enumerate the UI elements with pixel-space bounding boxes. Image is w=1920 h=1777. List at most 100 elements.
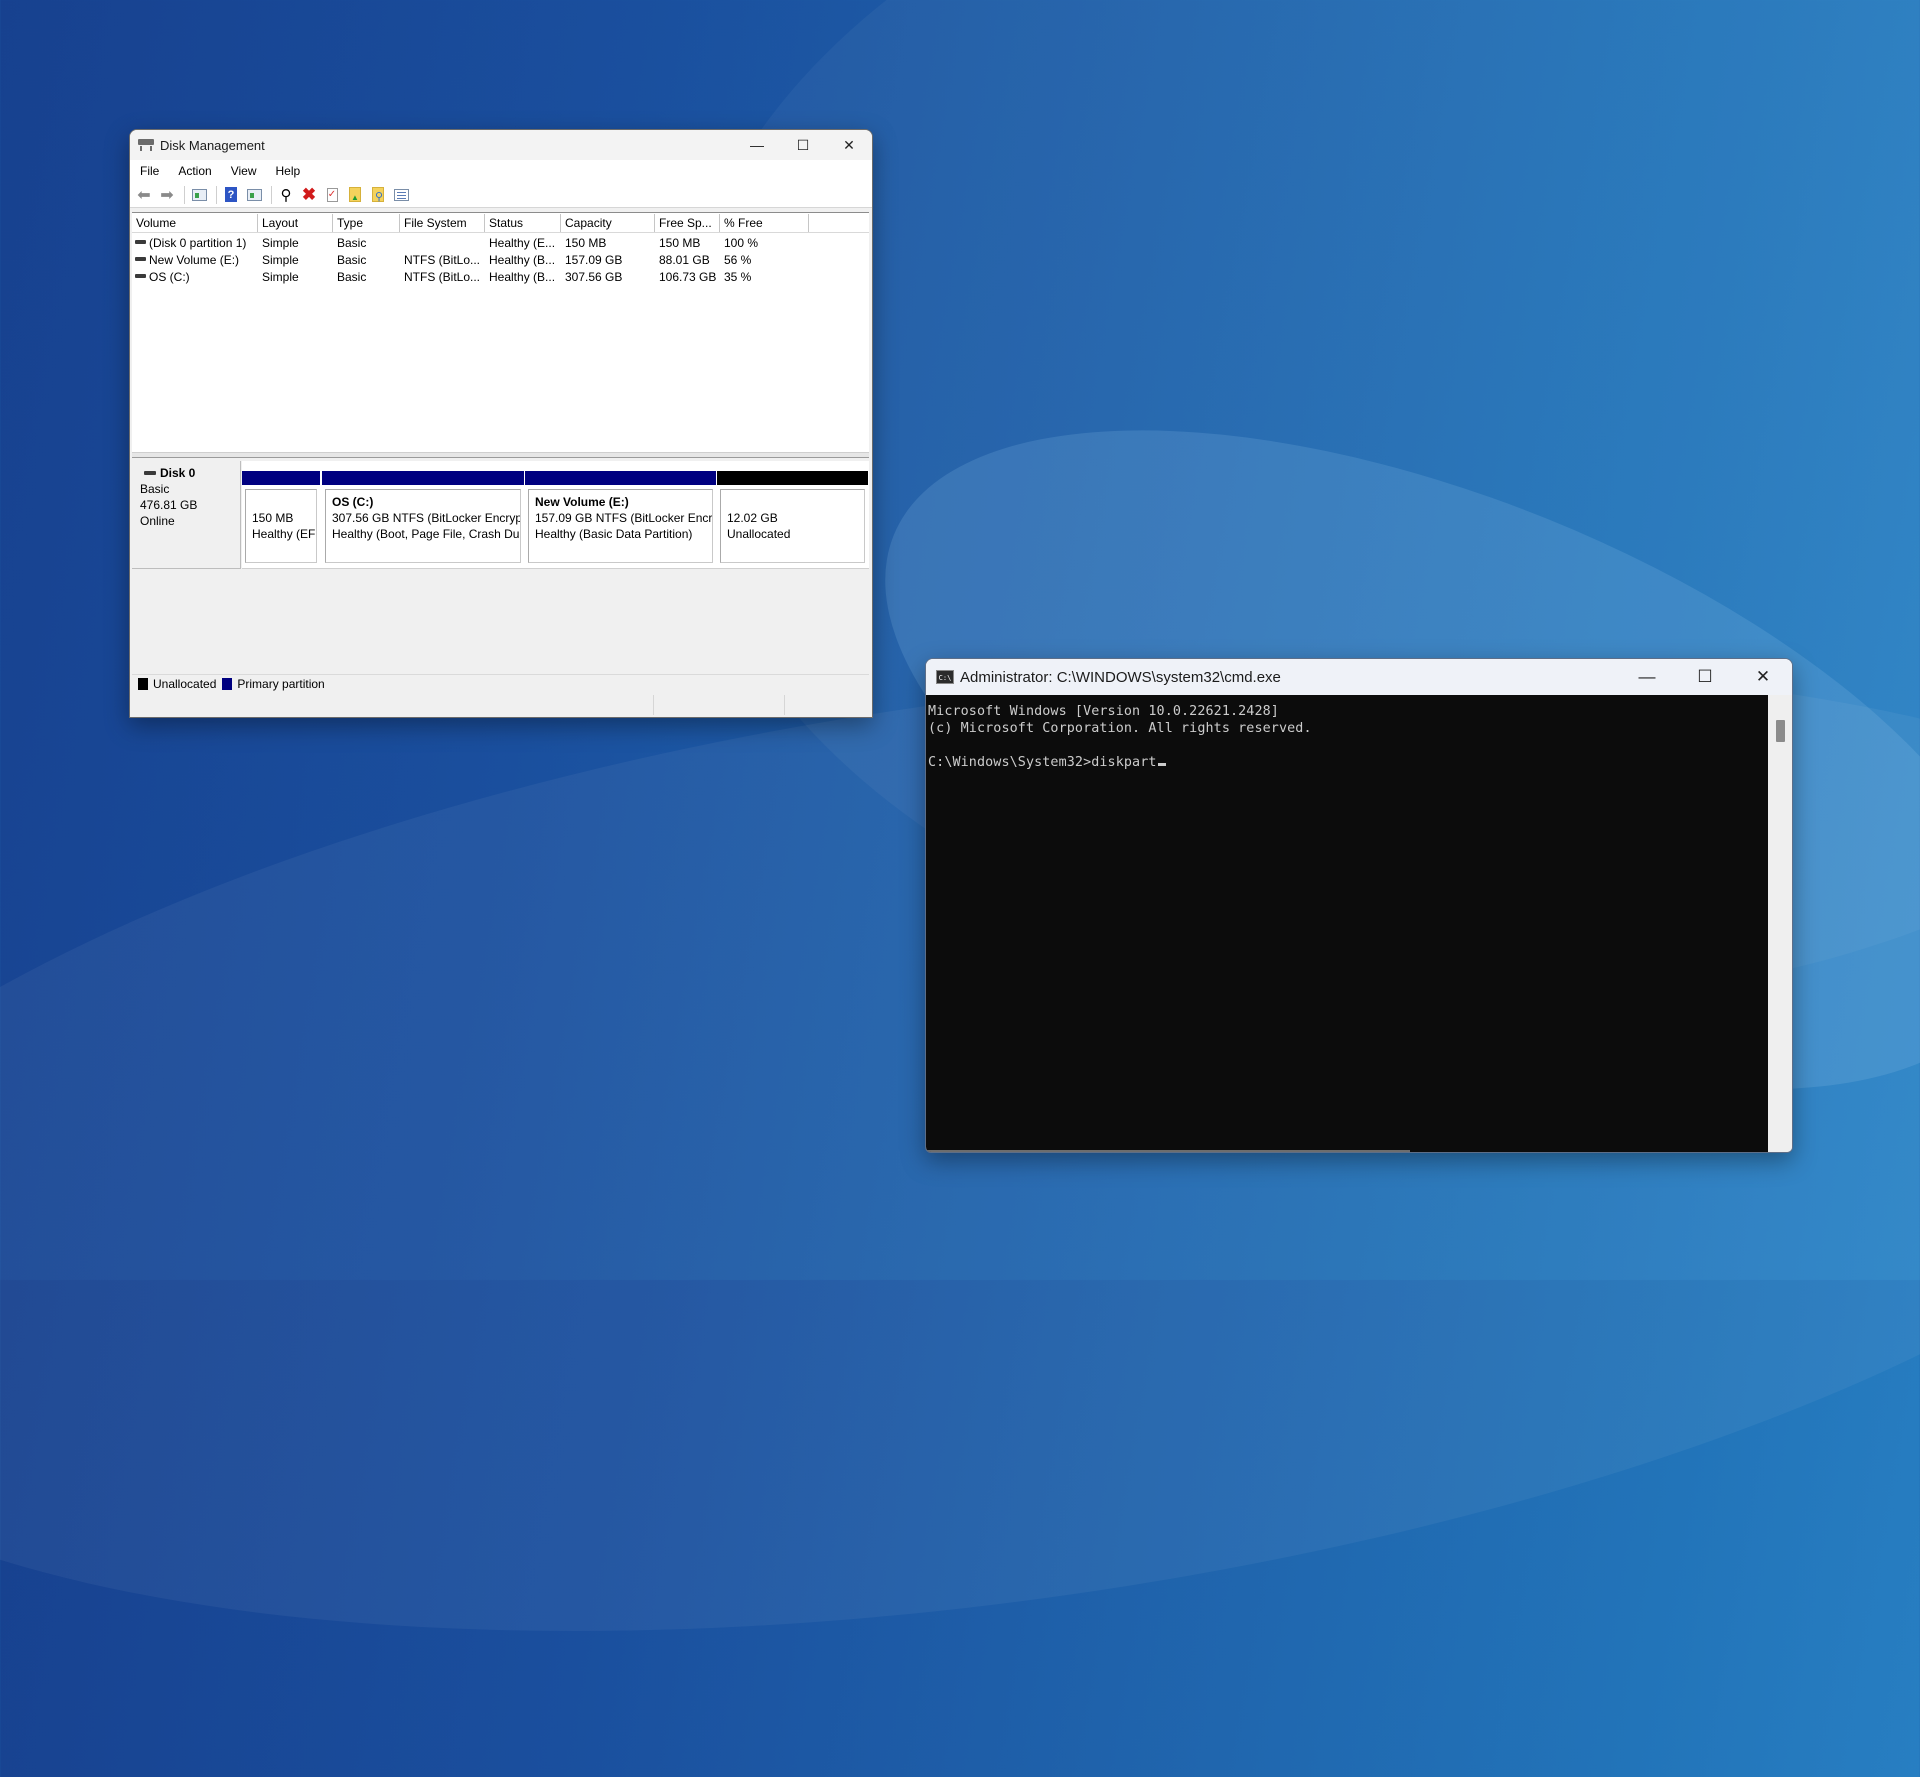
column-header-file-system[interactable]: File System <box>400 214 485 232</box>
show-hide-console-tree-icon[interactable] <box>189 185 209 205</box>
volume-list: Volume Layout Type File System Status Ca… <box>132 212 869 453</box>
column-header-capacity[interactable]: Capacity <box>561 214 655 232</box>
partition-box: 12.02 GB Unallocated <box>720 489 865 563</box>
console-output[interactable]: Microsoft Windows [Version 10.0.22621.24… <box>926 695 1768 1152</box>
menu-help[interactable]: Help <box>266 164 310 178</box>
connect-icon[interactable]: ⚲ <box>276 185 296 205</box>
volume-icon <box>135 273 146 278</box>
free-space-cell: 150 MB <box>659 236 701 250</box>
vertical-scrollbar[interactable] <box>1768 695 1792 1152</box>
partition-box: 150 MB Healthy (EFI <box>245 489 317 563</box>
disk-0-label[interactable]: Disk 0 Basic 476.81 GB Online <box>132 461 241 569</box>
status-divider <box>653 695 654 715</box>
minimize-button[interactable]: — <box>1618 659 1676 695</box>
partition-line1: 12.02 GB <box>727 511 778 525</box>
open-folder-icon[interactable] <box>345 185 365 205</box>
volume-row[interactable]: OS (C:) Simple Basic NTFS (BitLo... Heal… <box>132 269 869 285</box>
partition-box: New Volume (E:) 157.09 GB NTFS (BitLocke… <box>528 489 713 563</box>
disk-icon <box>144 471 156 475</box>
volume-icon <box>135 239 146 244</box>
disk-0-partitions: 150 MB Healthy (EFI OS (C:) 307.56 GB NT… <box>242 461 869 569</box>
menu-file[interactable]: File <box>130 164 168 178</box>
column-header-empty <box>809 214 869 232</box>
disk-type: Basic <box>140 482 170 496</box>
maximize-button[interactable]: ☐ <box>1676 659 1734 695</box>
console-prompt-line: C:\Windows\System32>diskpart <box>928 755 1166 770</box>
back-icon[interactable]: ⬅ <box>134 185 154 205</box>
partition-line2: Healthy (Boot, Page File, Crash Dum <box>332 527 521 541</box>
column-header-volume[interactable]: Volume <box>132 214 258 232</box>
toolbar-separator <box>271 185 272 204</box>
disk-state: Online <box>140 514 175 528</box>
column-header-percent-free[interactable]: % Free <box>720 214 809 232</box>
free-space-cell: 88.01 GB <box>659 253 710 267</box>
volume-cell: New Volume (E:) <box>135 252 239 268</box>
status-cell: Healthy (B... <box>489 270 556 284</box>
partition-unallocated[interactable]: 12.02 GB Unallocated <box>717 471 868 565</box>
percent-free-cell: 56 % <box>724 253 752 267</box>
partition-bar <box>525 471 716 485</box>
percent-free-cell: 100 % <box>724 236 759 250</box>
partition-bar <box>322 471 524 485</box>
close-button[interactable]: ✕ <box>826 130 872 160</box>
menu-action[interactable]: Action <box>168 164 220 178</box>
window-title: Administrator: C:\WINDOWS\system32\cmd.e… <box>960 668 1281 686</box>
scrollbar-thumb[interactable] <box>1776 720 1785 742</box>
cmd-icon: C:\ <box>936 670 954 684</box>
column-header-free-space[interactable]: Free Sp... <box>655 214 720 232</box>
partition-title: New Volume (E:) <box>535 495 629 509</box>
command-prompt-window: C:\ Administrator: C:\WINDOWS\system32\c… <box>925 658 1793 1153</box>
status-cell: Healthy (B... <box>489 253 556 267</box>
partition-title: OS (C:) <box>332 495 374 509</box>
forward-icon[interactable]: ➡ <box>157 185 177 205</box>
capacity-cell: 157.09 GB <box>565 253 623 267</box>
toolbar: ⬅ ➡ ? ⚲ ✖ ✓ <box>130 182 872 208</box>
horizontal-scroll-indicator <box>926 1150 1410 1152</box>
menu-view[interactable]: View <box>221 164 266 178</box>
help-icon[interactable]: ? <box>221 185 241 205</box>
disk-management-window: Disk Management — ☐ ✕ File Action View H… <box>129 129 873 718</box>
column-header-type[interactable]: Type <box>333 214 400 232</box>
title-bar[interactable]: C:\ Administrator: C:\WINDOWS\system32\c… <box>926 659 1792 695</box>
minimize-button[interactable]: — <box>734 130 780 160</box>
status-divider <box>784 695 785 715</box>
window-title: Disk Management <box>160 137 265 153</box>
volume-name: New Volume (E:) <box>149 253 240 267</box>
legend: Unallocated Primary partition <box>132 674 869 694</box>
layout-cell: Simple <box>262 253 299 267</box>
show-hide-action-pane-icon[interactable] <box>244 185 264 205</box>
console-line: (c) Microsoft Corporation. All rights re… <box>928 721 1312 736</box>
volume-cell: OS (C:) <box>135 269 190 285</box>
menu-bar: File Action View Help <box>130 160 872 183</box>
volume-row[interactable]: New Volume (E:) Simple Basic NTFS (BitLo… <box>132 252 869 268</box>
disk-size: 476.81 GB <box>140 498 198 512</box>
partition-line1: 150 MB <box>252 511 294 525</box>
explore-icon[interactable] <box>368 185 388 205</box>
legend-primary-partition: Primary partition <box>237 677 325 691</box>
volume-row[interactable]: (Disk 0 partition 1) Simple Basic Health… <box>132 235 869 251</box>
volume-name: (Disk 0 partition 1) <box>149 236 247 250</box>
primary-partition-swatch <box>222 678 233 690</box>
column-header-status[interactable]: Status <box>485 214 561 232</box>
partition-efi[interactable]: 150 MB Healthy (EFI <box>242 471 320 565</box>
partition-bar <box>717 471 868 485</box>
partition-os-c[interactable]: OS (C:) 307.56 GB NTFS (BitLocker Encryp… <box>322 471 524 565</box>
type-cell: Basic <box>337 270 367 284</box>
legend-unallocated: Unallocated <box>153 677 217 691</box>
partition-new-volume-e[interactable]: New Volume (E:) 157.09 GB NTFS (BitLocke… <box>525 471 716 565</box>
partition-line2: Healthy (EFI <box>252 527 317 541</box>
status-cell: Healthy (E... <box>489 236 556 250</box>
delete-icon[interactable]: ✖ <box>299 185 319 205</box>
maximize-button[interactable]: ☐ <box>780 130 826 160</box>
text-cursor <box>1157 763 1166 766</box>
properties-icon[interactable]: ✓ <box>322 185 342 205</box>
partition-line2: Unallocated <box>727 527 791 541</box>
percent-free-cell: 35 % <box>724 270 752 284</box>
close-button[interactable]: ✕ <box>1734 659 1792 695</box>
settings-list-icon[interactable] <box>391 185 411 205</box>
column-header-layout[interactable]: Layout <box>258 214 333 232</box>
partition-line1: 157.09 GB NTFS (BitLocker Encryp <box>535 511 713 525</box>
free-space-cell: 106.73 GB <box>659 270 717 284</box>
title-bar[interactable]: Disk Management — ☐ ✕ <box>130 130 872 160</box>
toolbar-separator <box>184 185 185 204</box>
